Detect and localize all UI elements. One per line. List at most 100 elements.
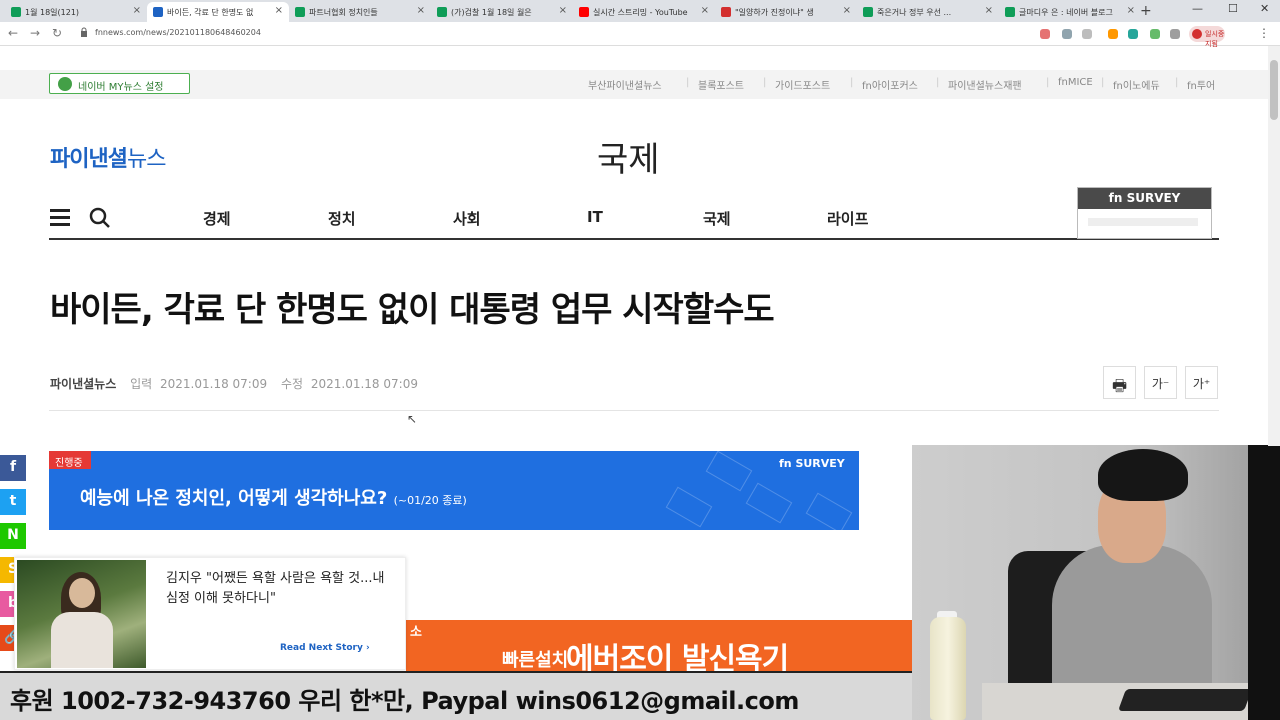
- webcam-keyboard: [1117, 689, 1253, 711]
- nav-item[interactable]: 라이프: [827, 208, 868, 229]
- close-tab-icon[interactable]: ×: [1127, 5, 1135, 16]
- family-site-link[interactable]: fn투어: [1187, 77, 1215, 92]
- close-tab-icon[interactable]: ×: [275, 5, 283, 16]
- close-tab-icon[interactable]: ×: [133, 5, 141, 16]
- browser-tab[interactable]: 글마디우 은 : 네이버 블로그 ×: [999, 2, 1141, 22]
- twitter-share-icon[interactable]: t: [0, 489, 26, 515]
- donation-overlay: 후원 1002-732-943760 우리 한*만, Paypal wins06…: [0, 671, 912, 720]
- reload-icon[interactable]: ↻: [52, 26, 62, 40]
- nav-item[interactable]: 경제: [203, 208, 231, 229]
- nav-item[interactable]: IT: [587, 208, 603, 226]
- tab-label: 1월 18일(121): [25, 8, 80, 17]
- family-site-link[interactable]: 부산파이낸셜뉴스: [588, 77, 662, 92]
- new-tab-button[interactable]: +: [1140, 3, 1152, 19]
- close-tab-icon[interactable]: ×: [417, 5, 425, 16]
- site-logo[interactable]: 파이낸셜뉴스: [50, 141, 166, 173]
- profile-button[interactable]: 일시중지됨: [1189, 26, 1225, 48]
- favicon-icon: [721, 7, 731, 17]
- ad-banner[interactable]: 소 빠른설치 에버조이 발신욕기: [406, 620, 912, 675]
- link-separator: |: [1101, 77, 1105, 88]
- naver-mynews-button[interactable]: 네이버 MY뉴스 설정: [49, 73, 190, 94]
- extension-icon[interactable]: [1108, 29, 1118, 39]
- menu-dots-icon[interactable]: ⋮: [1258, 26, 1270, 40]
- photo-figure: [51, 612, 113, 668]
- browser-tab[interactable]: "일양하가 진정이냐" 생 ×: [715, 2, 857, 22]
- photo-figure: [69, 578, 95, 608]
- minimize-button[interactable]: —: [1192, 2, 1203, 15]
- puzzle-icon[interactable]: [1170, 29, 1180, 39]
- forward-icon[interactable]: →: [30, 26, 40, 40]
- scrollbar-thumb[interactable]: [1270, 60, 1278, 120]
- read-next-card[interactable]: 김지우 "어쨌든 욕할 사람은 욕할 것...내 심정 이해 못하다니" Rea…: [14, 557, 406, 670]
- browser-tab[interactable]: 죽은거나 정부 우선 ... ×: [857, 2, 999, 22]
- survey-question: 예능에 나온 정치인, 어떻게 생각하나요? (~01/20 종료): [80, 488, 467, 509]
- header-divider: [49, 410, 1219, 411]
- link-separator: |: [763, 77, 767, 88]
- hex-decoration: [745, 482, 793, 524]
- browser-tab[interactable]: 실시간 스트리밍 - YouTube ×: [573, 2, 715, 22]
- browser-tab[interactable]: 바이든, 각료 단 한명도 없 ×: [147, 2, 289, 22]
- star-icon[interactable]: [1082, 29, 1092, 39]
- link-separator: |: [850, 77, 854, 88]
- survey-banner[interactable]: 진행중 fn SURVEY 예능에 나온 정치인, 어떻게 생각하나요? (~0…: [49, 451, 859, 530]
- tab-label: "일양하가 진정이냐" 생: [735, 8, 814, 17]
- maximize-button[interactable]: ☐: [1228, 2, 1238, 15]
- favicon-icon: [437, 7, 447, 17]
- font-decrease-button[interactable]: 가⁻: [1144, 366, 1177, 399]
- fn-survey-widget[interactable]: fn SURVEY: [1077, 187, 1212, 239]
- ad-text-large: 에버조이 발신욕기: [566, 642, 789, 675]
- lock-icon: [81, 27, 87, 37]
- article-headline: 바이든, 각료 단 한명도 없이 대통령 업무 시작할수도: [50, 290, 775, 330]
- favicon-icon: [11, 7, 21, 17]
- close-tab-icon[interactable]: ×: [559, 5, 567, 16]
- webcam-person-hair: [1098, 449, 1188, 501]
- browser-tab[interactable]: (가)검찰 1월 18일 월은 ×: [431, 2, 573, 22]
- facebook-share-icon[interactable]: f: [0, 455, 26, 481]
- family-site-link[interactable]: 파이낸셜뉴스재팬: [948, 77, 1022, 92]
- close-window-button[interactable]: ✕: [1260, 2, 1269, 15]
- input-label: 입력: [130, 377, 153, 391]
- close-tab-icon[interactable]: ×: [843, 5, 851, 16]
- webcam-overlay: [912, 445, 1280, 720]
- read-next-link[interactable]: Read Next Story ›: [280, 643, 370, 653]
- back-icon[interactable]: ←: [8, 26, 18, 40]
- family-site-link[interactable]: 가이드포스트: [775, 77, 830, 92]
- browser-tab[interactable]: 1월 18일(121) ×: [5, 2, 147, 22]
- tab-label: 실시간 스트리밍 - YouTube: [593, 8, 688, 17]
- hamburger-menu-icon[interactable]: [50, 209, 70, 227]
- link-separator: |: [1175, 77, 1179, 88]
- family-site-link[interactable]: fnMICE: [1058, 77, 1093, 88]
- url-field[interactable]: fnnews.com/news/202101180648460204: [95, 28, 261, 37]
- extension-icon[interactable]: [1128, 29, 1138, 39]
- favicon-icon: [295, 7, 305, 17]
- print-icon: 🖶: [1111, 376, 1128, 395]
- family-site-link[interactable]: fn아이포커스: [862, 77, 918, 92]
- extension-icon[interactable]: [1040, 29, 1050, 39]
- banner-survey-logo: fn SURVEY: [779, 457, 845, 470]
- read-next-photo[interactable]: [17, 560, 146, 668]
- family-site-link[interactable]: fn이노에듀: [1113, 77, 1160, 92]
- nav-divider: [49, 238, 1219, 240]
- edit-time: 2021.01.18 07:09: [310, 377, 418, 391]
- naver-share-icon[interactable]: N: [0, 523, 26, 549]
- section-title: 국제: [597, 140, 660, 180]
- search-icon[interactable]: [88, 206, 112, 230]
- nav-item[interactable]: 정치: [328, 208, 356, 229]
- favicon-icon: [579, 7, 589, 17]
- nav-item[interactable]: 사회: [453, 208, 481, 229]
- zoom-icon[interactable]: [1062, 29, 1072, 39]
- close-tab-icon[interactable]: ×: [985, 5, 993, 16]
- font-increase-button[interactable]: 가⁺: [1185, 366, 1218, 399]
- print-button[interactable]: 🖶: [1103, 366, 1136, 399]
- user-plus-icon: [58, 77, 72, 91]
- browser-tab[interactable]: 파트너협회 정치인들 ×: [289, 2, 431, 22]
- close-tab-icon[interactable]: ×: [701, 5, 709, 16]
- ad-text-medium: 빠른설치: [502, 650, 569, 671]
- read-next-title[interactable]: 김지우 "어쨌든 욕할 사람은 욕할 것...내 심정 이해 못하다니": [166, 569, 396, 609]
- tab-label: 파트너협회 정치인들: [309, 8, 378, 17]
- hex-decoration: [665, 486, 713, 528]
- avatar: [1192, 29, 1202, 39]
- extension-icon[interactable]: [1150, 29, 1160, 39]
- nav-item[interactable]: 국제: [703, 208, 731, 229]
- family-site-link[interactable]: 블록포스트: [698, 77, 744, 92]
